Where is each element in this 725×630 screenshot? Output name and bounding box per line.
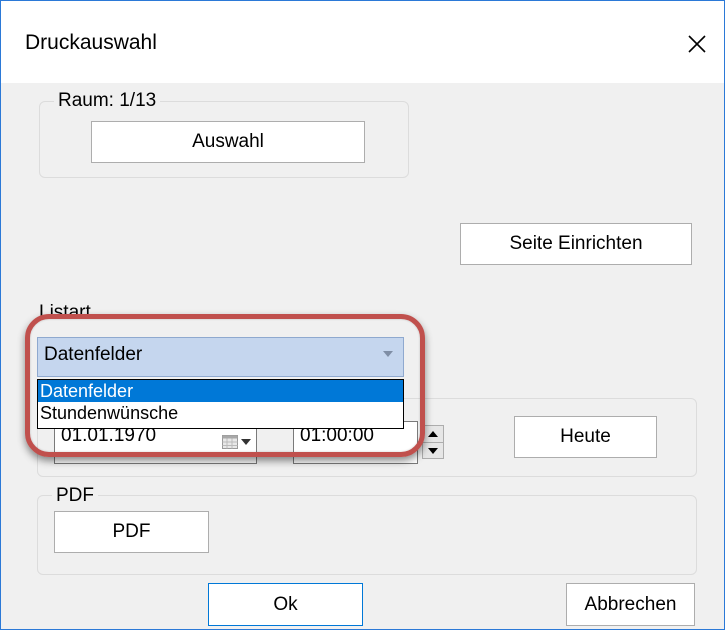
dropdown-option-datenfelder[interactable]: Datenfelder bbox=[38, 380, 403, 402]
spin-up-button[interactable] bbox=[423, 426, 443, 442]
today-button[interactable]: Heute bbox=[514, 416, 657, 458]
time-spinner[interactable] bbox=[422, 425, 444, 459]
ok-button[interactable]: Ok bbox=[208, 583, 363, 626]
list-type-combo[interactable]: Datenfelder bbox=[37, 337, 404, 377]
list-type-label: Listart bbox=[39, 302, 91, 323]
close-icon bbox=[688, 35, 706, 53]
pdf-group-label: PDF bbox=[52, 485, 98, 507]
window-title: Druckauswahl bbox=[25, 31, 157, 54]
close-button[interactable] bbox=[670, 21, 724, 67]
pdf-button[interactable]: PDF bbox=[54, 511, 209, 553]
calendar-icon bbox=[222, 435, 238, 449]
print-selection-dialog: Druckauswahl Raum: 1/13 Auswahl Seite Ei… bbox=[0, 0, 725, 630]
list-type-selected: Datenfelder bbox=[44, 344, 143, 365]
arrow-down-icon bbox=[428, 448, 438, 454]
room-select-button[interactable]: Auswahl bbox=[91, 121, 365, 163]
title-bar: Druckauswahl bbox=[1, 1, 724, 83]
chevron-down-icon bbox=[383, 351, 393, 357]
room-group-label: Raum: 1/13 bbox=[54, 90, 161, 112]
arrow-up-icon bbox=[428, 431, 438, 437]
chevron-down-icon bbox=[241, 439, 251, 445]
dropdown-option-stundenwuensche[interactable]: Stundenwünsche bbox=[38, 402, 403, 424]
calendar-dropdown-button[interactable] bbox=[218, 431, 252, 453]
list-type-dropdown: Datenfelder Stundenwünsche bbox=[37, 379, 404, 429]
cancel-button[interactable]: Abbrechen bbox=[566, 583, 695, 626]
page-setup-button[interactable]: Seite Einrichten bbox=[460, 223, 692, 265]
spin-down-button[interactable] bbox=[423, 442, 443, 459]
